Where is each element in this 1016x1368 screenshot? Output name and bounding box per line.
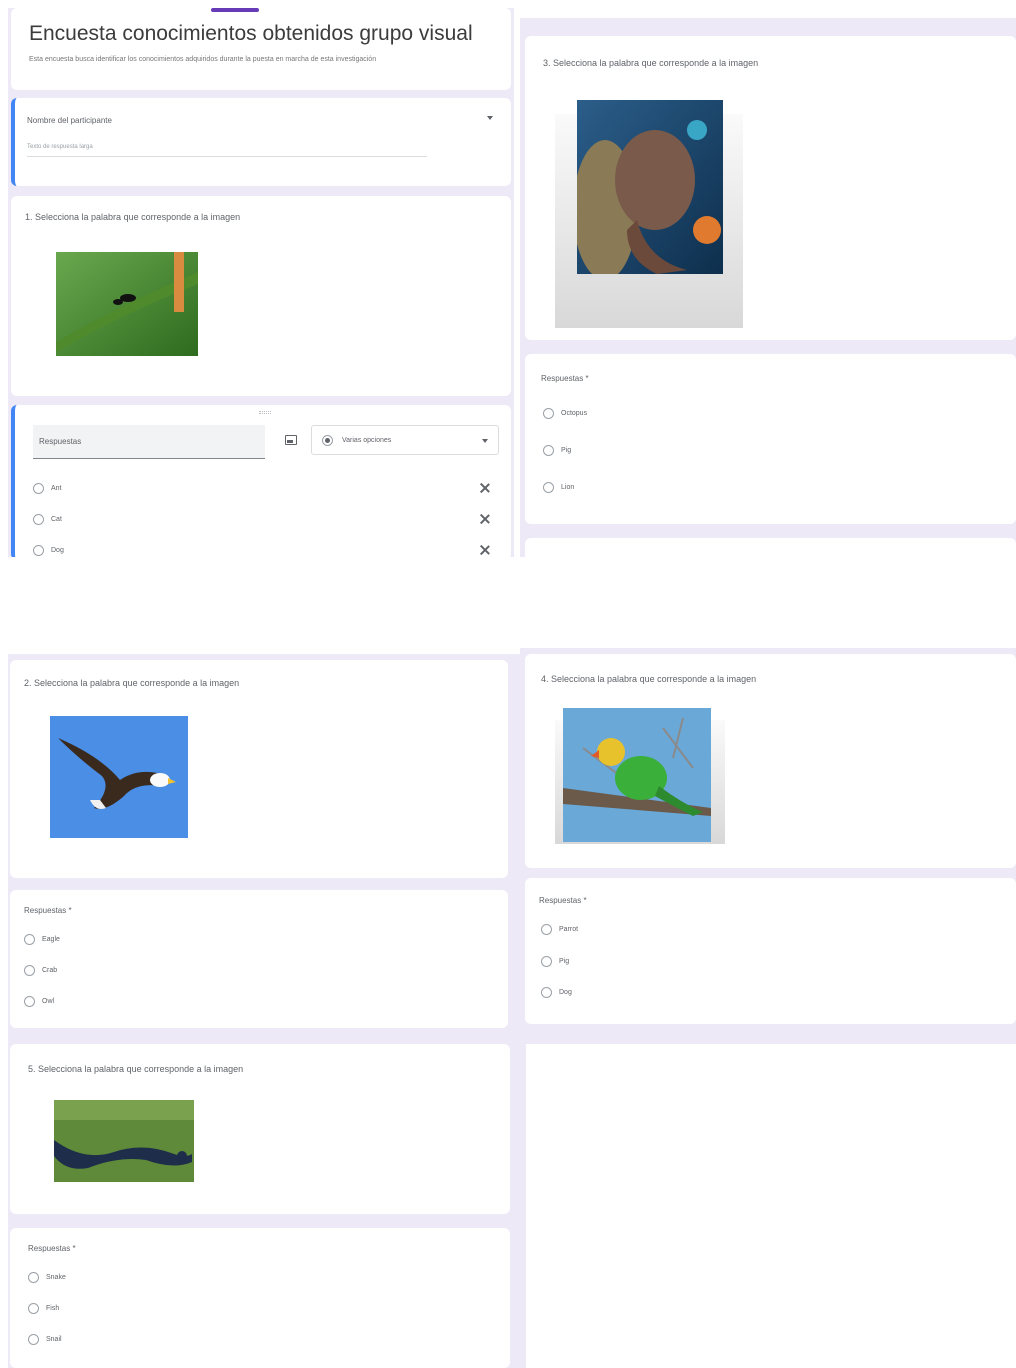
parrot-image [563, 708, 711, 842]
q5-option-label[interactable]: Fish [46, 1305, 59, 1312]
q1-option-radio[interactable] [33, 514, 44, 525]
q4-panel: 4. Selecciona la palabra que corresponde… [520, 648, 1016, 1044]
remove-option-icon[interactable] [479, 513, 491, 525]
q3-card: 3. Selecciona la palabra que corresponde… [525, 36, 1016, 340]
q1-card: 1. Selecciona la palabra que corresponde… [11, 196, 511, 396]
q4-option-label[interactable]: Dog [559, 989, 572, 996]
q4-card: 4. Selecciona la palabra que corresponde… [525, 654, 1016, 868]
q3-text: 3. Selecciona la palabra que corresponde… [543, 58, 759, 68]
q1-text: 1. Selecciona la palabra que corresponde… [25, 212, 241, 222]
q3-panel: 3. Selecciona la palabra que corresponde… [520, 18, 1016, 557]
add-image-icon[interactable] [285, 435, 297, 445]
q2-option-radio[interactable] [24, 934, 35, 945]
participant-name-card[interactable]: Nombre del participante Texto de respues… [11, 98, 511, 186]
q4-answers-label: Respuestas * [539, 896, 587, 905]
q3-option-radio[interactable] [543, 408, 554, 419]
q4-text: 4. Selecciona la palabra que corresponde… [541, 674, 757, 684]
q5-option-label[interactable]: Snail [46, 1336, 62, 1343]
q1-answers-card[interactable]: Respuestas Varias opciones Ant Cat Dog [11, 405, 511, 557]
q5-option-radio[interactable] [28, 1334, 39, 1345]
editor-panel: Encuesta conocimientos obtenidos grupo v… [8, 8, 514, 557]
q5-text: 5. Selecciona la palabra que corresponde… [28, 1064, 244, 1074]
form-header-card: Encuesta conocimientos obtenidos grupo v… [11, 8, 511, 90]
q4-option-label[interactable]: Parrot [559, 926, 578, 933]
q5-card: 5. Selecciona la palabra que corresponde… [10, 1044, 510, 1214]
form-title: Encuesta conocimientos obtenidos grupo v… [29, 22, 473, 45]
q1-option-label[interactable]: Ant [51, 485, 62, 492]
q4-option-radio[interactable] [541, 956, 552, 967]
q1-answers-label: Respuestas [39, 437, 82, 446]
q2-text: 2. Selecciona la palabra que corresponde… [24, 678, 240, 688]
participant-field-underline [27, 156, 427, 157]
drag-handle-icon[interactable] [259, 411, 271, 414]
card-menu-caret[interactable] [487, 116, 493, 120]
q4-option-radio[interactable] [541, 924, 552, 935]
q3-option-label[interactable]: Pig [561, 447, 571, 454]
q5-answers-card: Respuestas * Snake Fish Snail [10, 1228, 510, 1368]
q2-answers-card: Respuestas * Eagle Crab Owl [10, 890, 508, 1028]
q1-option-radio[interactable] [33, 483, 44, 494]
q2-option-label[interactable]: Owl [42, 998, 54, 1005]
q1-option-label[interactable]: Dog [51, 547, 64, 554]
eagle-image [50, 716, 188, 838]
q2-answers-label: Respuestas * [24, 906, 72, 915]
q5-answers-label: Respuestas * [28, 1244, 76, 1253]
q3-option-label[interactable]: Lion [561, 484, 574, 491]
q3-option-radio[interactable] [543, 445, 554, 456]
participant-name-label: Nombre del participante [27, 116, 112, 125]
q4-option-label[interactable]: Pig [559, 958, 569, 965]
question-type-radio-icon [322, 435, 333, 446]
form-description: Esta encuesta busca identificar los cono… [29, 56, 377, 63]
question-type-select[interactable]: Varias opciones [311, 425, 499, 455]
q3-option-label[interactable]: Octopus [561, 410, 587, 417]
q2-card: 2. Selecciona la palabra que corresponde… [10, 660, 508, 878]
ant-image [56, 252, 198, 356]
q2-option-label[interactable]: Eagle [42, 936, 60, 943]
q5-option-radio[interactable] [28, 1272, 39, 1283]
header-accent [211, 8, 259, 12]
q2-option-label[interactable]: Crab [42, 967, 57, 974]
q3-option-radio[interactable] [543, 482, 554, 493]
chevron-down-icon [482, 439, 488, 443]
q2-q5-panel: 2. Selecciona la palabra que corresponde… [8, 654, 526, 1368]
q1-answers-title-field[interactable]: Respuestas [33, 425, 265, 459]
q3-answers-label: Respuestas * [541, 374, 589, 383]
q5-option-label[interactable]: Snake [46, 1274, 66, 1281]
q4-answers-card: Respuestas * Parrot Pig Dog [525, 878, 1016, 1024]
remove-option-icon[interactable] [479, 544, 491, 556]
q1-option-label[interactable]: Cat [51, 516, 62, 523]
q4-option-radio[interactable] [541, 987, 552, 998]
q5-option-radio[interactable] [28, 1303, 39, 1314]
remove-option-icon[interactable] [479, 482, 491, 494]
q3-answers-card: Respuestas * Octopus Pig Lion [525, 354, 1016, 524]
q2-option-radio[interactable] [24, 996, 35, 1007]
snake-image [54, 1100, 194, 1182]
q1-option-radio[interactable] [33, 545, 44, 556]
participant-name-field[interactable]: Texto de respuesta larga [27, 144, 93, 150]
q2-option-radio[interactable] [24, 965, 35, 976]
next-card-edge [525, 538, 1016, 557]
octopus-image [577, 100, 723, 274]
question-type-label: Varias opciones [342, 437, 392, 444]
